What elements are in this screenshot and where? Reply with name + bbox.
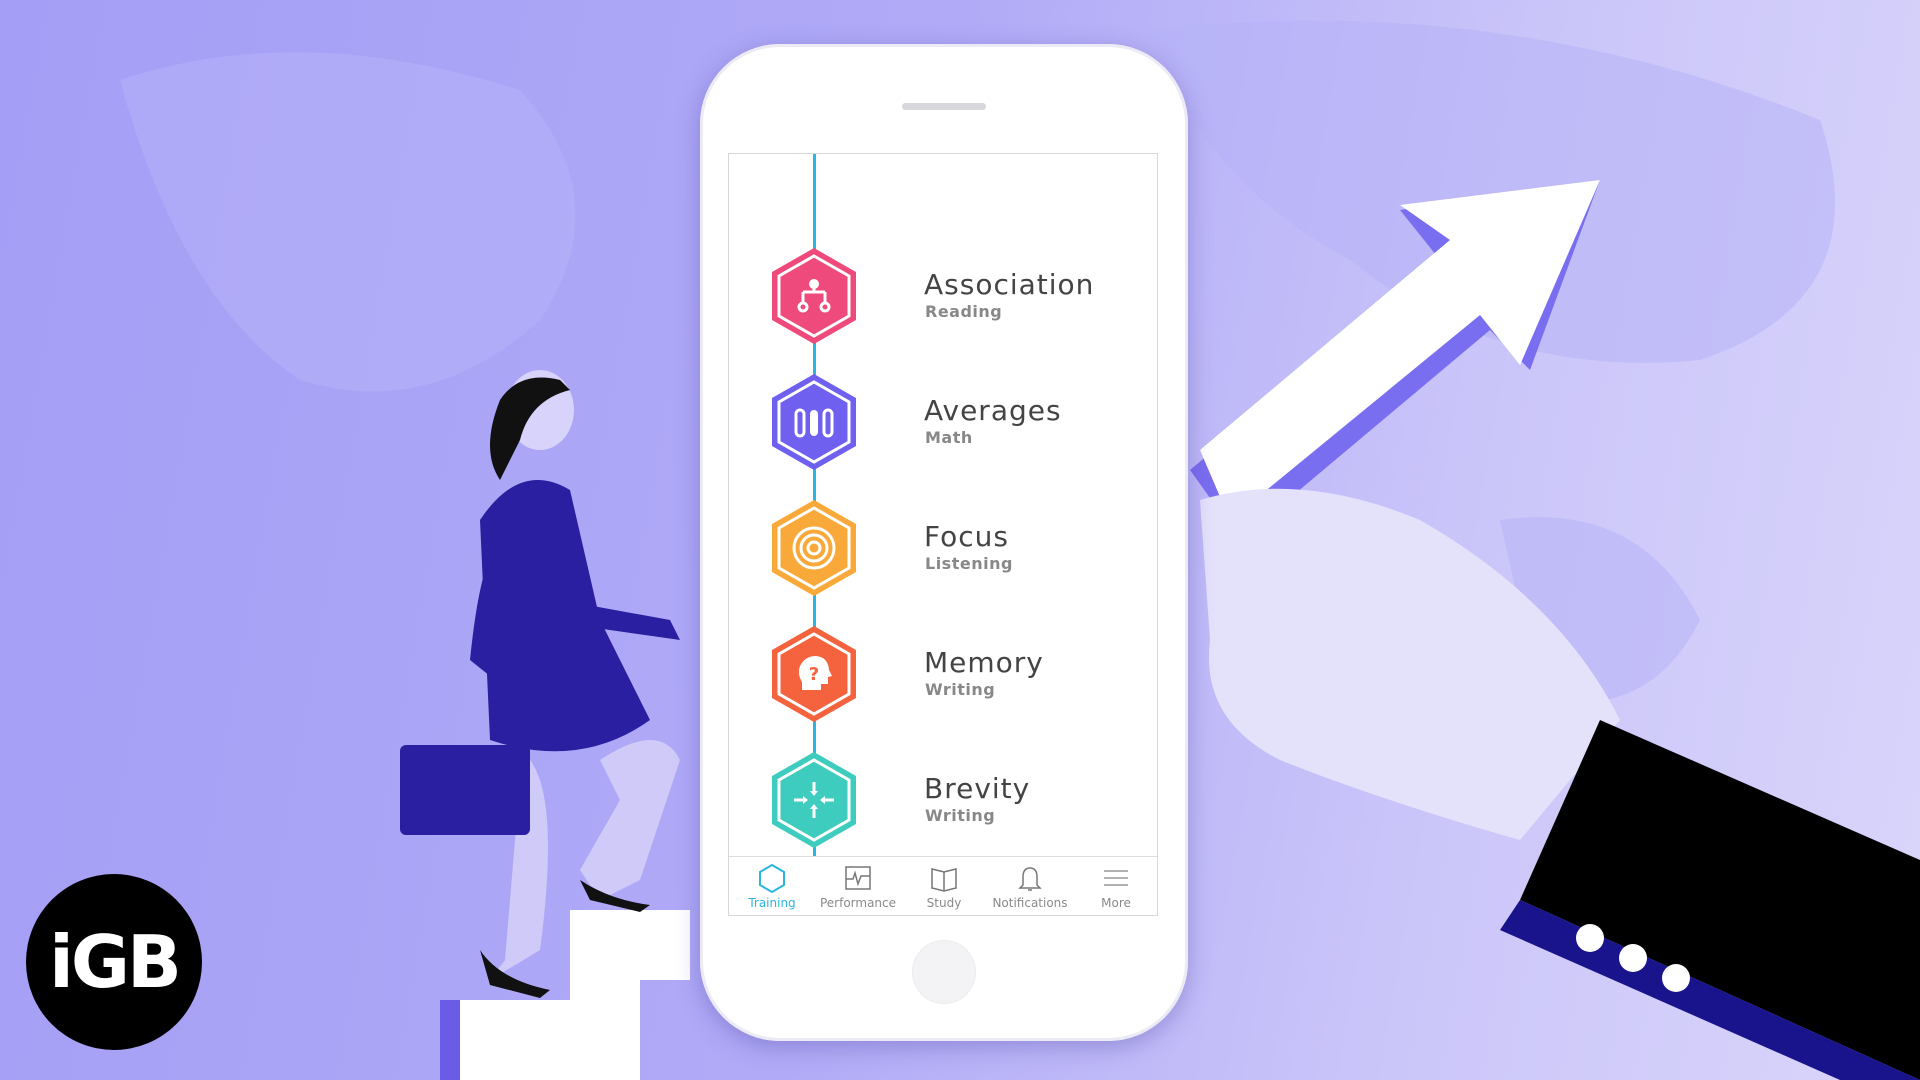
hexagon-icon xyxy=(759,863,785,893)
menu-icon xyxy=(1104,870,1128,886)
tab-bar: Training Performance Study Notifications… xyxy=(729,856,1157,915)
training-item-subtitle: Writing xyxy=(925,680,996,699)
head-question-icon: ? xyxy=(772,626,856,722)
pulse-chart-icon xyxy=(845,866,871,890)
training-item-title: Memory xyxy=(924,646,1044,679)
tab-label: Training xyxy=(748,896,796,910)
tab-label: Performance xyxy=(819,896,897,910)
tab-training[interactable]: Training xyxy=(729,857,815,915)
tab-performance[interactable]: Performance xyxy=(815,857,901,915)
phone-mockup: Association Reading Averages Math Focus … xyxy=(700,44,1188,1041)
training-item-subtitle: Reading xyxy=(925,302,1003,321)
training-item-focus[interactable]: Focus Listening xyxy=(769,498,1149,598)
bars-icon xyxy=(772,374,856,470)
logo-text: iGB xyxy=(49,920,182,1004)
tab-label: More xyxy=(1101,896,1131,910)
training-item-memory[interactable]: ? Memory Writing xyxy=(769,624,1149,724)
training-item-averages[interactable]: Averages Math xyxy=(769,372,1149,472)
training-item-brevity[interactable]: Brevity Writing xyxy=(769,750,1149,850)
training-item-title: Focus xyxy=(924,520,1009,553)
app-screen: Association Reading Averages Math Focus … xyxy=(728,153,1158,916)
home-button[interactable] xyxy=(912,940,976,1004)
woman-climbing-stairs-illustration xyxy=(400,370,690,1080)
compress-arrows-icon xyxy=(772,752,856,848)
phone-speaker xyxy=(902,103,986,110)
tab-more[interactable]: More xyxy=(1073,857,1157,915)
tab-study[interactable]: Study xyxy=(901,857,987,915)
tab-label: Study xyxy=(926,896,962,910)
training-item-subtitle: Writing xyxy=(925,806,996,825)
bell-icon xyxy=(1018,867,1042,891)
igb-logo: iGB xyxy=(26,874,202,1050)
book-icon xyxy=(931,868,957,892)
training-item-title: Averages xyxy=(924,394,1062,427)
training-item-subtitle: Listening xyxy=(925,554,1013,573)
training-item-subtitle: Math xyxy=(925,428,973,447)
training-item-title: Brevity xyxy=(924,772,1031,805)
target-icon xyxy=(772,500,856,596)
training-item-association[interactable]: Association Reading xyxy=(769,246,1149,346)
svg-text:?: ? xyxy=(809,664,819,685)
branch-icon xyxy=(772,248,856,344)
training-item-title: Association xyxy=(924,268,1095,301)
tab-notifications[interactable]: Notifications xyxy=(987,857,1073,915)
tab-label: Notifications xyxy=(992,896,1068,910)
